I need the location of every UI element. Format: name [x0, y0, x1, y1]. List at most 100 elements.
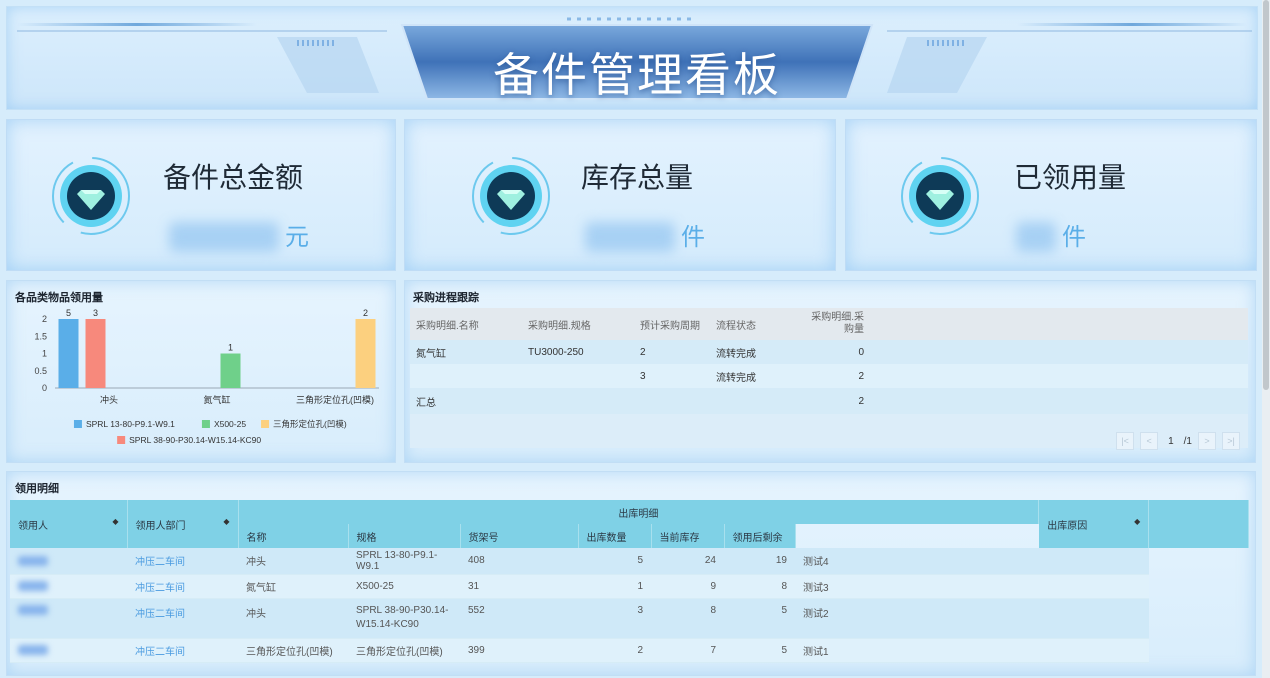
col-header-dept[interactable]: 领用人部门 ◆ — [127, 500, 239, 548]
cell-name: 三角形定位孔(凹模) — [238, 638, 348, 663]
cell: 流转完成 — [716, 372, 756, 384]
cell-shelf: 31 — [460, 574, 578, 599]
cell-shelf: 399 — [460, 638, 578, 663]
dashboard-header: 备件管理看板 — [6, 6, 1258, 110]
legend-label: X500-25 — [214, 419, 246, 429]
first-page-button[interactable]: |< — [1116, 432, 1135, 450]
col-header-filler — [870, 308, 1248, 340]
cell-reason: 测试4 — [795, 548, 1039, 575]
cell — [410, 364, 522, 388]
diamond-icon — [52, 157, 130, 235]
data-label: 5 — [66, 308, 71, 318]
cell: TU3000-250 — [528, 346, 584, 358]
cell-spec: SPRL 38-90-P30.14-W15.14-KC90 — [348, 598, 460, 639]
col-header-filler — [1148, 500, 1249, 548]
cell-filler — [870, 364, 1248, 388]
cell-out-qty: 5 — [578, 548, 651, 575]
cell-dept: 冲压二车间 — [127, 548, 238, 575]
sort-icon[interactable]: ◆ — [223, 517, 229, 526]
total-row: 汇总 2 — [410, 388, 1248, 414]
cell-name: 氮气缸 — [238, 574, 348, 599]
cell-remain: 8 — [724, 574, 795, 599]
legend-swatch — [261, 420, 270, 428]
cell-dept: 冲压二车间 — [127, 598, 238, 639]
cell-stock: 24 — [651, 548, 724, 575]
kpi-unit: 件 — [1062, 223, 1086, 251]
diamond-icon — [472, 157, 550, 235]
cell-filler — [1038, 598, 1149, 639]
cell-reason: 测试2 — [795, 598, 1039, 639]
purchase-header-row: 采购明细.名称 采购明细.规格 预计采购周期 流程状态 采购明细.采购量 — [410, 308, 1248, 340]
legend-swatch — [73, 420, 82, 428]
person-redacted — [10, 548, 127, 575]
prev-page-button[interactable]: < — [1140, 432, 1159, 450]
kpi-card-used-qty: 已领用量 件 — [845, 119, 1257, 271]
category-usage-panel: 各品类物品领用量 0 0.5 1 1.5 2 冲头 氮气缸 三角形定位孔(凹模) 5 3 1 2 SPR… — [6, 280, 396, 463]
cell: 2 — [640, 346, 646, 358]
cell-shelf: 552 — [460, 598, 578, 639]
col-group-outbound: 出库明细 — [238, 500, 1040, 524]
data-label: 1 — [228, 343, 233, 353]
x-tick-label: 三角形定位孔(凹模) — [296, 394, 374, 405]
col-header: 预计采购周期 — [640, 320, 700, 332]
cell: 3 — [640, 370, 646, 382]
col-header-reason[interactable]: 出库原因 ◆ — [1038, 500, 1150, 548]
title-plate: 备件管理看板 — [387, 15, 887, 102]
col-header-remain: 领用后剩余 — [724, 524, 796, 548]
data-label: 2 — [363, 308, 368, 318]
cell-remain: 5 — [724, 638, 795, 663]
cell-filler — [1038, 638, 1149, 663]
cell-out-qty: 3 — [578, 598, 651, 639]
col-header: 流程状态 — [716, 320, 756, 332]
cell-reason: 测试1 — [795, 638, 1039, 663]
cell-name: 冲头 — [238, 548, 348, 575]
kpi-unit: 件 — [681, 223, 705, 251]
cell — [710, 388, 790, 414]
kpi-card-total-amount: 备件总金额 元 — [6, 119, 396, 271]
kpi-label: 已领用量 — [1014, 161, 1127, 194]
cell-filler — [1038, 574, 1149, 599]
usage-detail-table: 领用人 ◆ 领用人部门 ◆ 出库明细 出库原因 ◆ 名称 规格 货架号 出库数量 当前… — [10, 500, 1249, 663]
cell-name: 冲头 — [238, 598, 348, 639]
cell-stock: 9 — [651, 574, 724, 599]
cell-spec: 三角形定位孔(凹模) — [348, 638, 460, 663]
legend-swatch — [117, 436, 126, 444]
cell-remain: 19 — [724, 548, 795, 575]
cell: 2 — [858, 370, 864, 382]
last-page-button[interactable]: >| — [1222, 432, 1240, 450]
col-header: 采购明细.名称 — [416, 320, 479, 332]
col-header-name: 名称 — [238, 524, 349, 548]
purchase-table: 采购明细.名称 采购明细.规格 预计采购周期 流程状态 采购明细.采购量 氮气缸… — [410, 308, 1248, 448]
page-title: 备件管理看板 — [493, 48, 781, 102]
panel-title: 采购进程跟踪 — [413, 292, 479, 304]
sort-icon[interactable]: ◆ — [112, 517, 118, 526]
col-header-spec: 规格 — [348, 524, 461, 548]
total-label: 汇总 — [416, 397, 436, 409]
x-tick-label: 氮气缸 — [203, 394, 230, 405]
scrollbar-thumb[interactable] — [1263, 0, 1269, 390]
cell: 0 — [858, 346, 864, 358]
legend-label: 三角形定位孔(凹模) — [273, 419, 347, 429]
col-header-person[interactable]: 领用人 ◆ — [10, 500, 128, 548]
cell-dept: 冲压二车间 — [127, 574, 238, 599]
col-header-stock: 当前库存 — [651, 524, 725, 548]
cell-filler — [1038, 548, 1149, 575]
person-redacted — [10, 574, 127, 599]
kpi-unit: 元 — [285, 223, 309, 251]
table-row: 冲压二车间 三角形定位孔(凹模) 三角形定位孔(凹模) 399 2 7 5 测试… — [10, 638, 1249, 663]
diamond-icon — [901, 157, 979, 235]
current-page: 1 — [1168, 435, 1174, 447]
cell-remain: 5 — [724, 598, 795, 639]
y-tick-label: 2 — [42, 314, 47, 324]
total-value: 2 — [858, 395, 864, 407]
y-tick-label: 1.5 — [34, 331, 47, 341]
sort-icon[interactable]: ◆ — [1134, 517, 1140, 526]
y-tick-label: 0 — [42, 383, 47, 393]
page-scrollbar[interactable] — [1262, 0, 1270, 678]
cell-stock: 8 — [651, 598, 724, 639]
total-pages: /1 — [1183, 435, 1192, 447]
y-tick-label: 1 — [42, 349, 47, 359]
category-usage-chart: 00.511.52冲头 氮气缸 三角形定位孔(凹模)5 312SPRL 13-80-P… — [34, 308, 379, 445]
next-page-button[interactable]: > — [1198, 432, 1216, 450]
cell-out-qty: 1 — [578, 574, 651, 599]
